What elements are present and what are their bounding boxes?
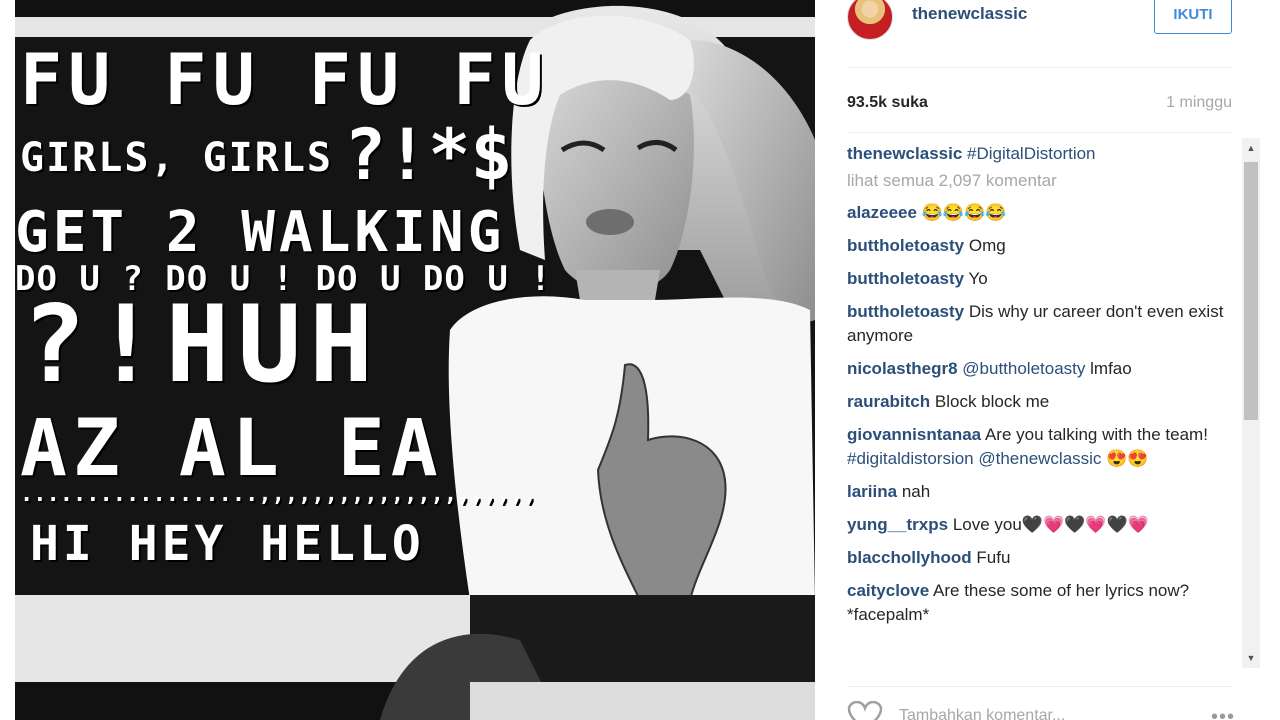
comment-item: alazeeee 😂😂😂😂	[847, 201, 1232, 225]
comment-text: 😂😂😂😂	[921, 203, 1007, 222]
comment-emoji: 😍😍	[1106, 449, 1149, 468]
image-text-dots: ..................,,,,,,,,,,,,,,,,,,,,,	[20, 482, 537, 507]
username-link[interactable]: thenewclassic	[912, 4, 1027, 24]
comment-username[interactable]: raurabitch	[847, 392, 930, 411]
post-time[interactable]: 1 minggu	[1166, 94, 1232, 112]
comment-text: nah	[901, 482, 931, 501]
caption: thenewclassic #DigitalDistortion	[847, 142, 1232, 166]
scroll-down-arrow-icon[interactable]: ▼	[1242, 648, 1260, 668]
follow-button[interactable]: IKUTI	[1154, 0, 1232, 34]
post-header: thenewclassic IKUTI	[833, 0, 1280, 68]
comment-text: Omg	[968, 236, 1006, 255]
comments-scrollbar[interactable]: ▲ ▼	[1242, 138, 1260, 668]
likes-count[interactable]: 93.5k suka	[847, 94, 928, 112]
divider	[847, 67, 1232, 68]
image-text-fu-fu: FU FU FU FU	[20, 39, 550, 121]
post-image[interactable]: FU FU FU FU GIRLS, GIRLS ?!*$ GET 2 WALK…	[0, 0, 833, 720]
comment-text: Yo	[968, 269, 988, 288]
more-options-icon[interactable]: •••	[1211, 706, 1235, 720]
comment-mention[interactable]: #digitaldistorsion @thenewclassic	[847, 449, 1101, 468]
comment-username[interactable]: nicolasthegr8	[847, 359, 958, 378]
comment-item: nicolasthegr8 @buttholetoasty lmfao	[847, 357, 1232, 381]
comment-item: buttholetoasty Omg	[847, 234, 1232, 258]
comment-username[interactable]: buttholetoasty	[847, 302, 964, 321]
comment-text: Fufu	[976, 548, 1011, 567]
image-text-hi-hey-hello: HI HEY HELLO	[30, 516, 425, 572]
comment-username[interactable]: giovannisntanaa	[847, 425, 981, 444]
caption-hashtag[interactable]: #DigitalDistortion	[967, 144, 1096, 163]
image-text-symbols: ?!*$	[344, 114, 513, 196]
comment-text: Block block me	[934, 392, 1050, 411]
comment-username[interactable]: alazeeee	[847, 203, 917, 222]
comment-username[interactable]: caityclove	[847, 581, 929, 600]
comment-username[interactable]: buttholetoasty	[847, 236, 964, 255]
image-text-get-walking: GET 2 WALKING	[15, 200, 506, 265]
comment-username[interactable]: buttholetoasty	[847, 269, 964, 288]
comment-item: lariina nah	[847, 480, 1232, 504]
post-sidebar: thenewclassic IKUTI 93.5k suka 1 minggu …	[833, 0, 1280, 720]
comments-list[interactable]: thenewclassic #DigitalDistortion lihat s…	[847, 142, 1232, 668]
comment-username[interactable]: lariina	[847, 482, 897, 501]
heart-outline-icon[interactable]	[847, 701, 883, 720]
scroll-thumb[interactable]	[1244, 162, 1258, 420]
comment-item: giovannisntanaa Are you talking with the…	[847, 423, 1232, 471]
comment-item: caityclove Are these some of her lyrics …	[847, 579, 1232, 627]
comment-username[interactable]: blacchollyhood	[847, 548, 972, 567]
view-all-comments-link[interactable]: lihat semua 2,097 komentar	[847, 169, 1232, 193]
comment-username[interactable]: yung__trxps	[847, 515, 948, 534]
comment-item: yung__trxps Love you🖤💗🖤💗🖤💗	[847, 513, 1232, 537]
comment-text: Are you talking with the team!	[984, 425, 1208, 444]
comment-item: blacchollyhood Fufu	[847, 546, 1232, 570]
comment-item: raurabitch Block block me	[847, 390, 1232, 414]
image-text-azalea: AZ AL EA	[20, 404, 444, 494]
comment-item: buttholetoasty Yo	[847, 267, 1232, 291]
comment-text: Love you🖤💗🖤💗🖤💗	[952, 515, 1149, 534]
comment-item: buttholetoasty Dis why ur career don't e…	[847, 300, 1232, 348]
caption-username[interactable]: thenewclassic	[847, 144, 962, 163]
comment-text: lmfao	[1090, 359, 1132, 378]
comment-mention[interactable]: @buttholetoasty	[962, 359, 1085, 378]
avatar[interactable]	[847, 0, 893, 40]
scroll-up-arrow-icon[interactable]: ▲	[1242, 138, 1260, 158]
add-comment-input[interactable]	[899, 704, 1199, 720]
image-text-huh: ?!HUH	[22, 283, 382, 406]
image-text-girls: GIRLS, GIRLS	[20, 135, 333, 181]
divider	[847, 686, 1232, 687]
divider	[847, 132, 1232, 133]
